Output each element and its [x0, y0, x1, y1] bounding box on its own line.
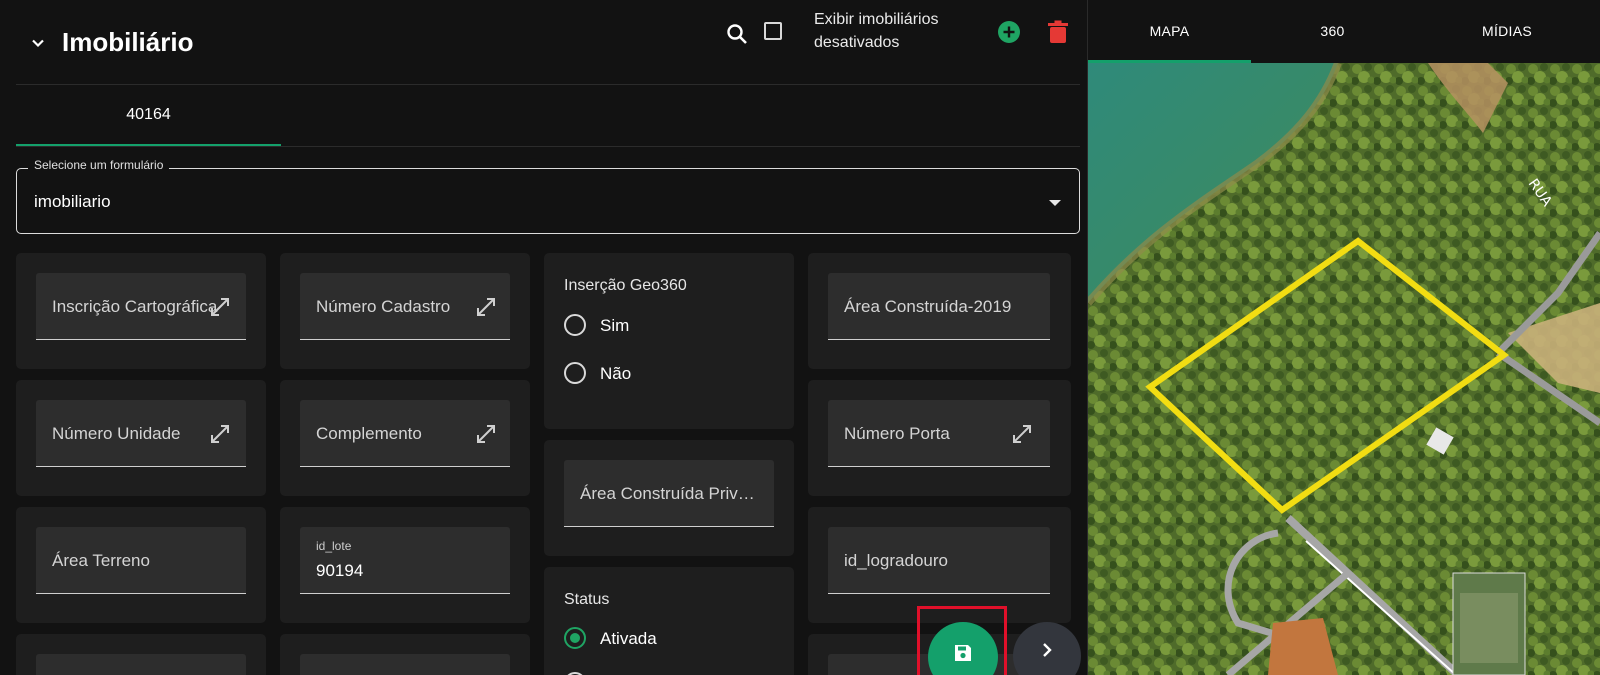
minimap-detail	[1460, 593, 1518, 663]
map-panel: MAPA 360 MÍDIAS RUA	[1088, 0, 1600, 675]
id-logradouro-field[interactable]: id_logradouro	[828, 527, 1050, 594]
field-label: Complemento	[316, 424, 422, 443]
tab-midias[interactable]: MÍDIAS	[1414, 0, 1600, 63]
expand-icon[interactable]	[209, 296, 231, 318]
expand-icon[interactable]	[209, 423, 231, 445]
radio-sim-label: Sim	[600, 316, 630, 335]
field-label: Área Construída-2019	[844, 297, 1012, 316]
field-label: Número Cadastro	[316, 297, 451, 316]
expand-icon[interactable]	[1011, 423, 1033, 445]
form-select-value: imobiliario	[34, 192, 111, 211]
area-construida-2019-field[interactable]: Área Construída-2019	[828, 273, 1050, 340]
radio-sim[interactable]	[564, 314, 586, 336]
field-label: Área Terreno	[52, 551, 150, 570]
radio-nao-label: Não	[600, 364, 632, 383]
field-label: Número Unidade	[52, 424, 181, 443]
chevron-down-icon[interactable]	[28, 33, 48, 53]
form-select[interactable]	[16, 168, 1080, 234]
tab-mapa[interactable]: MAPA	[1088, 0, 1251, 63]
tab-40164[interactable]: 40164	[16, 85, 281, 147]
id-lote-field[interactable]: id_lote 90194	[300, 527, 510, 594]
search-icon[interactable]	[725, 22, 749, 46]
chevron-right-icon	[1043, 643, 1052, 657]
show-disabled-label: Exibir imobiliários desativados	[814, 11, 939, 51]
save-highlight-frame	[917, 606, 1007, 675]
radio-nao[interactable]	[564, 362, 586, 384]
panel-title: Imobiliário	[62, 27, 194, 57]
field-label: Número Porta	[844, 424, 950, 443]
expand-icon[interactable]	[475, 296, 497, 318]
area-terreno-field[interactable]: Área Terreno	[36, 527, 246, 594]
property-panel: Imobiliário Exibir imobiliários desativa…	[0, 0, 1088, 675]
next-button[interactable]	[1013, 622, 1081, 675]
card-status	[544, 567, 794, 675]
area-construida-priv-field[interactable]: Área Construída Priv…	[564, 460, 774, 527]
expand-icon[interactable]	[475, 423, 497, 445]
tab-360[interactable]: 360	[1251, 0, 1414, 63]
status-title: Status	[564, 591, 610, 608]
delete-button[interactable]	[1047, 20, 1069, 44]
field-value: 90194	[316, 561, 364, 580]
plus-icon	[1003, 26, 1015, 38]
form-select-label: Selecione um formulário	[28, 158, 170, 172]
tab-label: 40164	[126, 106, 171, 123]
add-button[interactable]	[998, 21, 1020, 43]
geo360-title: Inserção Geo360	[564, 277, 687, 294]
radio-ativada-label: Ativada	[600, 629, 657, 648]
field-label: Inscrição Cartográfica	[52, 297, 218, 316]
field-label: Área Construída Priv…	[580, 484, 755, 503]
field-label: id_lote	[316, 539, 352, 553]
partial-field[interactable]	[300, 654, 510, 675]
tabs-divider	[16, 146, 1080, 147]
satellite-map[interactable]: RUA	[1088, 63, 1600, 675]
dropdown-arrow-icon[interactable]	[1049, 200, 1061, 206]
partial-field[interactable]	[36, 654, 246, 675]
show-disabled-checkbox[interactable]	[764, 22, 782, 40]
field-label: id_logradouro	[844, 551, 948, 570]
radio-ativada[interactable]	[564, 627, 586, 649]
